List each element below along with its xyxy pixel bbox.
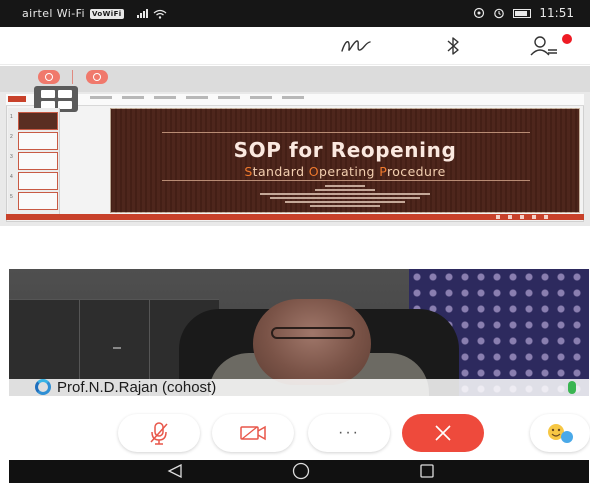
participant-head bbox=[253, 299, 371, 385]
status-bar-controls bbox=[496, 215, 548, 219]
slide-thumbnail[interactable] bbox=[18, 172, 58, 190]
more-options-button[interactable]: ··· bbox=[308, 414, 390, 452]
presentation-status-bar bbox=[6, 214, 584, 220]
reactions-button[interactable] bbox=[530, 414, 590, 452]
end-call-icon bbox=[435, 425, 451, 441]
notification-dot bbox=[562, 34, 572, 44]
recents-square-icon bbox=[420, 464, 434, 478]
hotspot-icon bbox=[474, 7, 485, 19]
more-options-label: ··· bbox=[338, 424, 360, 441]
annotate-scribble-icon[interactable] bbox=[336, 33, 376, 59]
clock: 11:51 bbox=[539, 6, 574, 20]
audio-active-icon bbox=[568, 381, 576, 394]
mute-button[interactable] bbox=[118, 414, 200, 452]
meeting-top-bar bbox=[0, 27, 590, 65]
toolbar-divider bbox=[72, 70, 73, 84]
slide-credits-lines bbox=[260, 185, 430, 207]
video-toggle-button[interactable] bbox=[212, 414, 294, 452]
bluetooth-audio-icon[interactable] bbox=[440, 33, 466, 59]
participants-icon[interactable] bbox=[526, 33, 562, 59]
home-button[interactable] bbox=[286, 461, 316, 481]
slide-title: SOP for Reopening bbox=[233, 138, 457, 162]
mic-muted-icon bbox=[150, 422, 168, 445]
slide-thumbnail[interactable] bbox=[18, 132, 58, 150]
status-right: 11:51 bbox=[473, 6, 574, 20]
camera-icon bbox=[240, 425, 266, 441]
slide-subtitle: Standard Operating Procedure bbox=[244, 164, 446, 179]
recents-button[interactable] bbox=[412, 461, 442, 481]
vowifi-badge: VoWiFi bbox=[90, 8, 124, 19]
camera-icon[interactable] bbox=[86, 70, 108, 84]
participant-video-feed[interactable] bbox=[9, 269, 589, 396]
slide-thumbnail[interactable] bbox=[18, 192, 58, 210]
cell-signal-icon bbox=[136, 9, 148, 18]
end-call-button[interactable] bbox=[402, 414, 484, 452]
slide-thumbnail[interactable] bbox=[18, 152, 58, 170]
meeting-controls-bar bbox=[0, 396, 590, 460]
active-speaker-icon bbox=[35, 379, 51, 395]
slide-thumbnail[interactable] bbox=[18, 112, 58, 130]
ribbon-tabs bbox=[90, 96, 304, 99]
participant-glasses bbox=[271, 327, 355, 339]
home-circle-icon bbox=[292, 462, 310, 480]
slide-rule-bottom bbox=[162, 180, 530, 181]
alarm-icon bbox=[494, 8, 505, 19]
slide-rule-top bbox=[162, 132, 530, 133]
slide-thumbnails: 1 2 3 4 5 bbox=[8, 108, 60, 216]
participant-name: Prof.N.D.Rajan (cohost) bbox=[57, 378, 217, 396]
emoji-reactions-icon bbox=[548, 424, 573, 443]
status-bar: airtel Wi-Fi VoWiFi 11:51 bbox=[0, 0, 590, 27]
file-tab bbox=[8, 96, 26, 102]
participant-name-tag: Prof.N.D.Rajan (cohost) bbox=[35, 378, 216, 396]
wifi-icon bbox=[153, 9, 166, 19]
presentation-ribbon bbox=[6, 94, 584, 106]
mic-muted-icon[interactable] bbox=[38, 70, 60, 84]
carrier-label: airtel Wi-Fi bbox=[22, 7, 85, 20]
back-button[interactable] bbox=[160, 461, 190, 481]
battery-icon bbox=[513, 8, 532, 18]
carrier-info: airtel Wi-Fi VoWiFi bbox=[22, 7, 167, 20]
back-triangle-icon bbox=[167, 464, 182, 478]
current-slide: SOP for Reopening Standard Operating Pro… bbox=[110, 108, 580, 213]
